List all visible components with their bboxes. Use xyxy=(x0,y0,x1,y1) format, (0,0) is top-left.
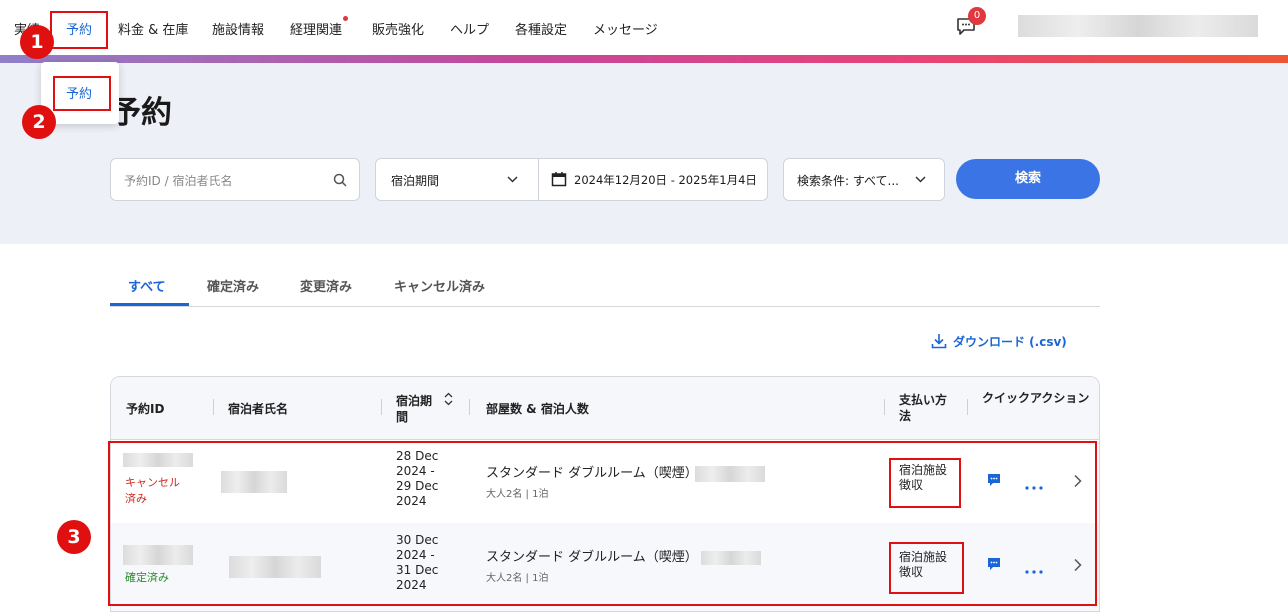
header-quick-action: クイックアクション xyxy=(982,391,1090,405)
header-divider xyxy=(381,399,382,415)
tab-cancelled[interactable]: キャンセル済み xyxy=(394,276,485,295)
search-icon xyxy=(333,173,347,191)
annotation-box-nav xyxy=(50,11,108,49)
search-conditions-value: 検索条件: すべて... xyxy=(797,174,899,188)
search-placeholder: 予約ID / 宿泊者氏名 xyxy=(124,174,233,188)
download-csv-link[interactable]: ダウンロード (.csv) xyxy=(931,333,1067,352)
account-name[interactable] xyxy=(1018,15,1258,37)
top-navigation: 実績 予約 料金 & 在庫 施設情報 経理関連 販売強化 ヘルプ 各種設定 メッ… xyxy=(0,0,1288,56)
period-type-value: 宿泊期間 xyxy=(391,174,440,188)
nav-item-sales-boost[interactable]: 販売強化 xyxy=(372,19,424,38)
annotation-marker: 1 xyxy=(20,25,54,59)
table-header: 予約ID 宿泊者氏名 宿泊期間 部屋数 & 宿泊人数 支払い方法 クイックアクシ… xyxy=(111,377,1099,440)
chevron-down-icon xyxy=(914,173,927,190)
search-input[interactable]: 予約ID / 宿泊者氏名 xyxy=(110,158,360,201)
nav-item-help[interactable]: ヘルプ xyxy=(450,19,489,38)
nav-item-messages[interactable]: メッセージ xyxy=(593,19,658,38)
header-stay-period[interactable]: 宿泊期間 xyxy=(396,393,441,425)
search-conditions-select[interactable]: 検索条件: すべて... xyxy=(783,158,945,201)
tab-divider xyxy=(110,306,1100,307)
header-divider xyxy=(967,399,968,415)
tab-all[interactable]: すべて xyxy=(128,276,166,295)
header-divider xyxy=(469,399,470,415)
header-divider xyxy=(884,399,885,415)
sort-icon[interactable] xyxy=(444,392,453,410)
annotation-marker: 2 xyxy=(22,105,56,139)
date-range-picker[interactable]: 2024年12月20日 - 2025年1月4日 xyxy=(539,159,767,200)
download-label: ダウンロード (.csv) xyxy=(953,335,1067,349)
nav-item-finance[interactable]: 経理関連 xyxy=(290,19,342,38)
annotation-box-dropdown xyxy=(53,76,111,111)
download-icon xyxy=(931,333,947,352)
nav-item-settings[interactable]: 各種設定 xyxy=(515,19,567,38)
header-payment-method: 支払い方法 xyxy=(899,393,948,423)
chevron-down-icon xyxy=(506,173,519,190)
header-reservation-id: 予約ID xyxy=(126,402,165,416)
period-type-select[interactable]: 宿泊期間 xyxy=(376,159,539,200)
header-guest-name: 宿泊者氏名 xyxy=(228,402,289,416)
header-divider xyxy=(213,399,214,415)
header-rooms-guests: 部屋数 & 宿泊人数 xyxy=(486,402,589,416)
search-button[interactable]: 検索 xyxy=(956,159,1100,199)
nav-item-property-info[interactable]: 施設情報 xyxy=(212,19,264,38)
notification-dot xyxy=(343,16,348,21)
calendar-icon xyxy=(551,171,567,191)
tab-modified[interactable]: 変更済み xyxy=(300,276,352,295)
annotation-box-payment xyxy=(889,458,961,508)
brand-gradient-bar xyxy=(0,55,1288,63)
annotation-box-payment xyxy=(889,542,964,594)
annotation-marker: 3 xyxy=(57,520,91,554)
nav-item-rates-inventory[interactable]: 料金 & 在庫 xyxy=(118,19,188,38)
date-filter: 宿泊期間 2024年12月20日 - 2025年1月4日 xyxy=(375,158,768,201)
date-range-value: 2024年12月20日 - 2025年1月4日 xyxy=(574,173,757,187)
search-panel xyxy=(0,63,1288,244)
page-title: 予約 xyxy=(110,95,172,131)
message-count-badge: 0 xyxy=(968,7,986,25)
tab-confirmed[interactable]: 確定済み xyxy=(207,276,259,295)
